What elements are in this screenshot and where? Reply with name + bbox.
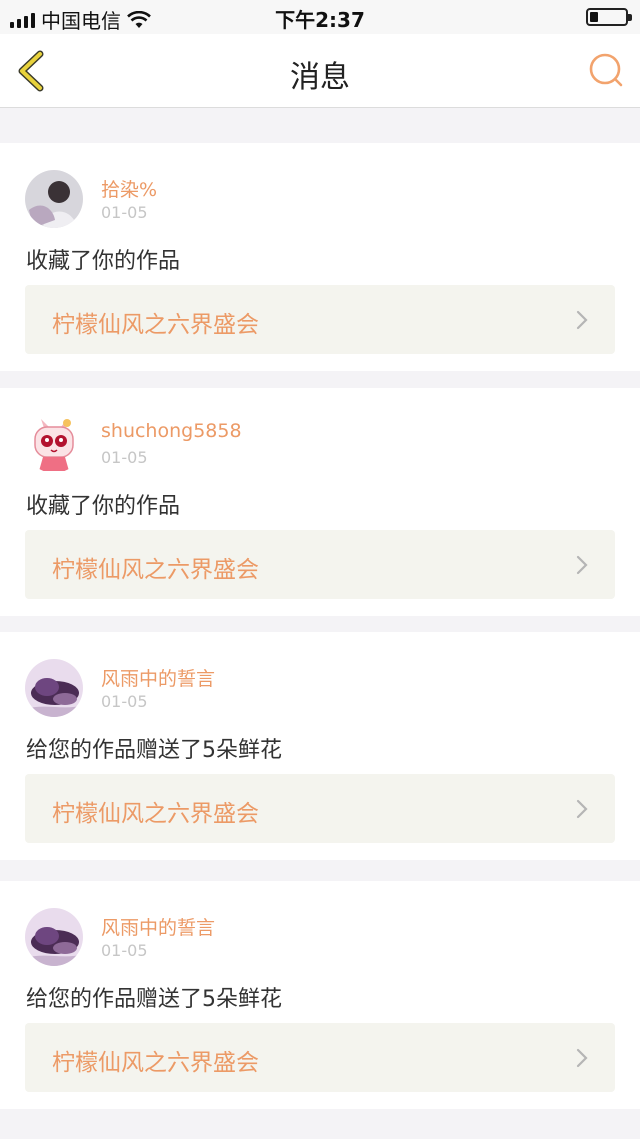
clock: 下午2:37 bbox=[275, 8, 365, 32]
work-link[interactable]: 柠檬仙风之六界盛会 bbox=[25, 1023, 615, 1092]
nav-bar: 消息 bbox=[0, 34, 640, 108]
battery-icon bbox=[586, 8, 632, 26]
avatar[interactable] bbox=[25, 415, 83, 473]
page-title: 消息 bbox=[290, 60, 350, 95]
message-card: 风雨中的誓言 01-05 给您的作品赠送了5朵鲜花 柠檬仙风之六界盛会 bbox=[0, 632, 640, 860]
work-link[interactable]: 柠檬仙风之六界盛会 bbox=[25, 530, 615, 599]
chevron-right-icon bbox=[576, 310, 588, 330]
chevron-right-icon bbox=[576, 555, 588, 575]
avatar[interactable] bbox=[25, 170, 83, 228]
avatar[interactable] bbox=[25, 659, 83, 717]
avatar[interactable] bbox=[25, 908, 83, 966]
search-icon[interactable] bbox=[586, 50, 626, 90]
chevron-right-icon bbox=[576, 799, 588, 819]
status-bar: 中国电信 下午2:37 bbox=[0, 0, 640, 34]
work-link[interactable]: 柠檬仙风之六界盛会 bbox=[25, 774, 615, 843]
work-link[interactable]: 柠檬仙风之六界盛会 bbox=[25, 285, 615, 354]
message-card: shuchong5858 01-05 收藏了你的作品 柠檬仙风之六界盛会 bbox=[0, 388, 640, 616]
user-name[interactable]: 风雨中的誓言 bbox=[101, 664, 215, 691]
message-text: 收藏了你的作品 bbox=[26, 494, 181, 519]
user-name[interactable]: shuchong5858 bbox=[101, 420, 242, 442]
work-title: 柠檬仙风之六界盛会 bbox=[52, 801, 259, 827]
user-name[interactable]: 风雨中的誓言 bbox=[101, 913, 215, 940]
message-date: 01-05 bbox=[101, 203, 148, 222]
work-title: 柠檬仙风之六界盛会 bbox=[52, 1050, 259, 1076]
message-text: 给您的作品赠送了5朵鲜花 bbox=[26, 738, 282, 763]
work-title: 柠檬仙风之六界盛会 bbox=[52, 557, 259, 583]
message-text: 给您的作品赠送了5朵鲜花 bbox=[26, 987, 282, 1012]
chevron-right-icon bbox=[576, 1048, 588, 1068]
message-date: 01-05 bbox=[101, 448, 148, 467]
message-card: 拾染% 01-05 收藏了你的作品 柠檬仙风之六界盛会 bbox=[0, 143, 640, 371]
message-text: 收藏了你的作品 bbox=[26, 249, 181, 274]
message-card: 风雨中的誓言 01-05 给您的作品赠送了5朵鲜花 柠檬仙风之六界盛会 bbox=[0, 881, 640, 1109]
work-title: 柠檬仙风之六界盛会 bbox=[52, 312, 259, 338]
user-name[interactable]: 拾染% bbox=[101, 175, 157, 202]
message-date: 01-05 bbox=[101, 692, 148, 711]
message-date: 01-05 bbox=[101, 941, 148, 960]
